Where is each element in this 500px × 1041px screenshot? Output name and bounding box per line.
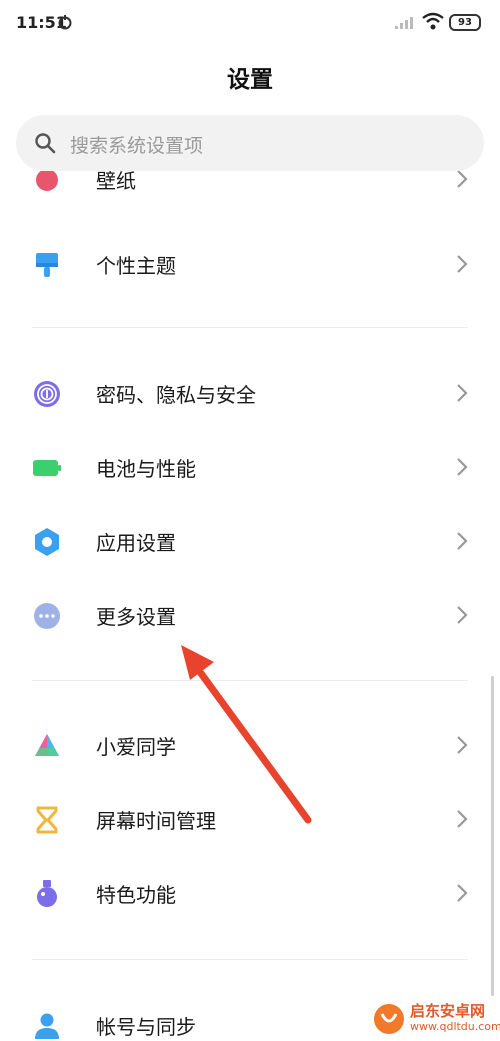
settings-row-theme[interactable]: 个性主题 <box>0 226 500 300</box>
settings-row-apps[interactable]: 应用设置 <box>0 503 500 577</box>
xiaoai-icon <box>35 734 59 756</box>
chevron-right-icon <box>457 606 468 624</box>
scrollbar[interactable] <box>491 676 494 996</box>
row-label: 帐号与同步 <box>96 1015 196 1039</box>
chevron-right-icon <box>457 255 468 273</box>
chevron-right-icon <box>457 384 468 402</box>
row-label: 密码、隐私与安全 <box>96 383 256 407</box>
watermark-url: www.qdltdu.com <box>410 1020 500 1033</box>
row-label: 小爱同学 <box>96 735 176 759</box>
row-label: 屏幕时间管理 <box>96 809 216 833</box>
account-icon <box>35 1013 59 1039</box>
battery-icon <box>33 460 61 476</box>
section-divider <box>32 959 468 960</box>
settings-row-privacy[interactable]: 密码、隐私与安全 <box>0 355 500 429</box>
row-label: 应用设置 <box>96 531 176 555</box>
row-label: 特色功能 <box>96 883 176 907</box>
search-icon <box>35 133 56 154</box>
row-label: 个性主题 <box>96 254 176 278</box>
wallpaper-icon <box>36 171 58 191</box>
watermark: 启东安卓网 www.qdltdu.com <box>372 1000 500 1038</box>
chevron-right-icon <box>457 458 468 476</box>
chevron-right-icon <box>457 171 468 188</box>
settings-row-wallpaper[interactable]: 壁纸 <box>0 171 500 215</box>
chevron-right-icon <box>457 532 468 550</box>
section-divider <box>32 327 468 328</box>
chevron-right-icon <box>457 736 468 754</box>
settings-row-features[interactable]: 特色功能 <box>0 855 500 929</box>
more-dots-icon <box>34 603 60 629</box>
signal-icon <box>395 17 413 29</box>
app-settings-gear-icon <box>35 528 59 556</box>
watermark-text: 启东安卓网 <box>410 1002 486 1020</box>
settings-row-battery[interactable]: 电池与性能 <box>0 429 500 503</box>
settings-row-screen-time[interactable]: 屏幕时间管理 <box>0 781 500 855</box>
chevron-right-icon <box>457 810 468 828</box>
wifi-icon <box>422 12 444 30</box>
search-input[interactable]: 搜索系统设置项 <box>70 131 203 158</box>
settings-row-xiaoai[interactable]: 小爱同学 <box>0 707 500 781</box>
settings-row-more[interactable]: 更多设置 <box>0 577 500 651</box>
section-divider <box>32 680 468 681</box>
watermark-logo-icon <box>374 1004 404 1034</box>
flask-icon <box>37 880 57 907</box>
fingerprint-icon <box>34 381 60 407</box>
chevron-right-icon <box>457 884 468 902</box>
theme-brush-icon <box>36 253 58 277</box>
battery-level: 93 <box>449 14 481 31</box>
row-label: 电池与性能 <box>96 457 196 481</box>
status-bar: 11:51 93 <box>0 0 500 46</box>
page-title: 设置 <box>227 67 273 93</box>
settings-list: 壁纸 个性主题 密码、隐私与安全 电池与性能 应用设置 更多设置 小爱同学 屏幕… <box>0 171 500 1041</box>
search-bar[interactable]: 搜索系统设置项 <box>16 115 484 171</box>
sync-icon <box>58 15 72 30</box>
row-label: 更多设置 <box>96 605 176 629</box>
hourglass-icon <box>36 806 58 834</box>
row-label: 壁纸 <box>96 171 136 193</box>
